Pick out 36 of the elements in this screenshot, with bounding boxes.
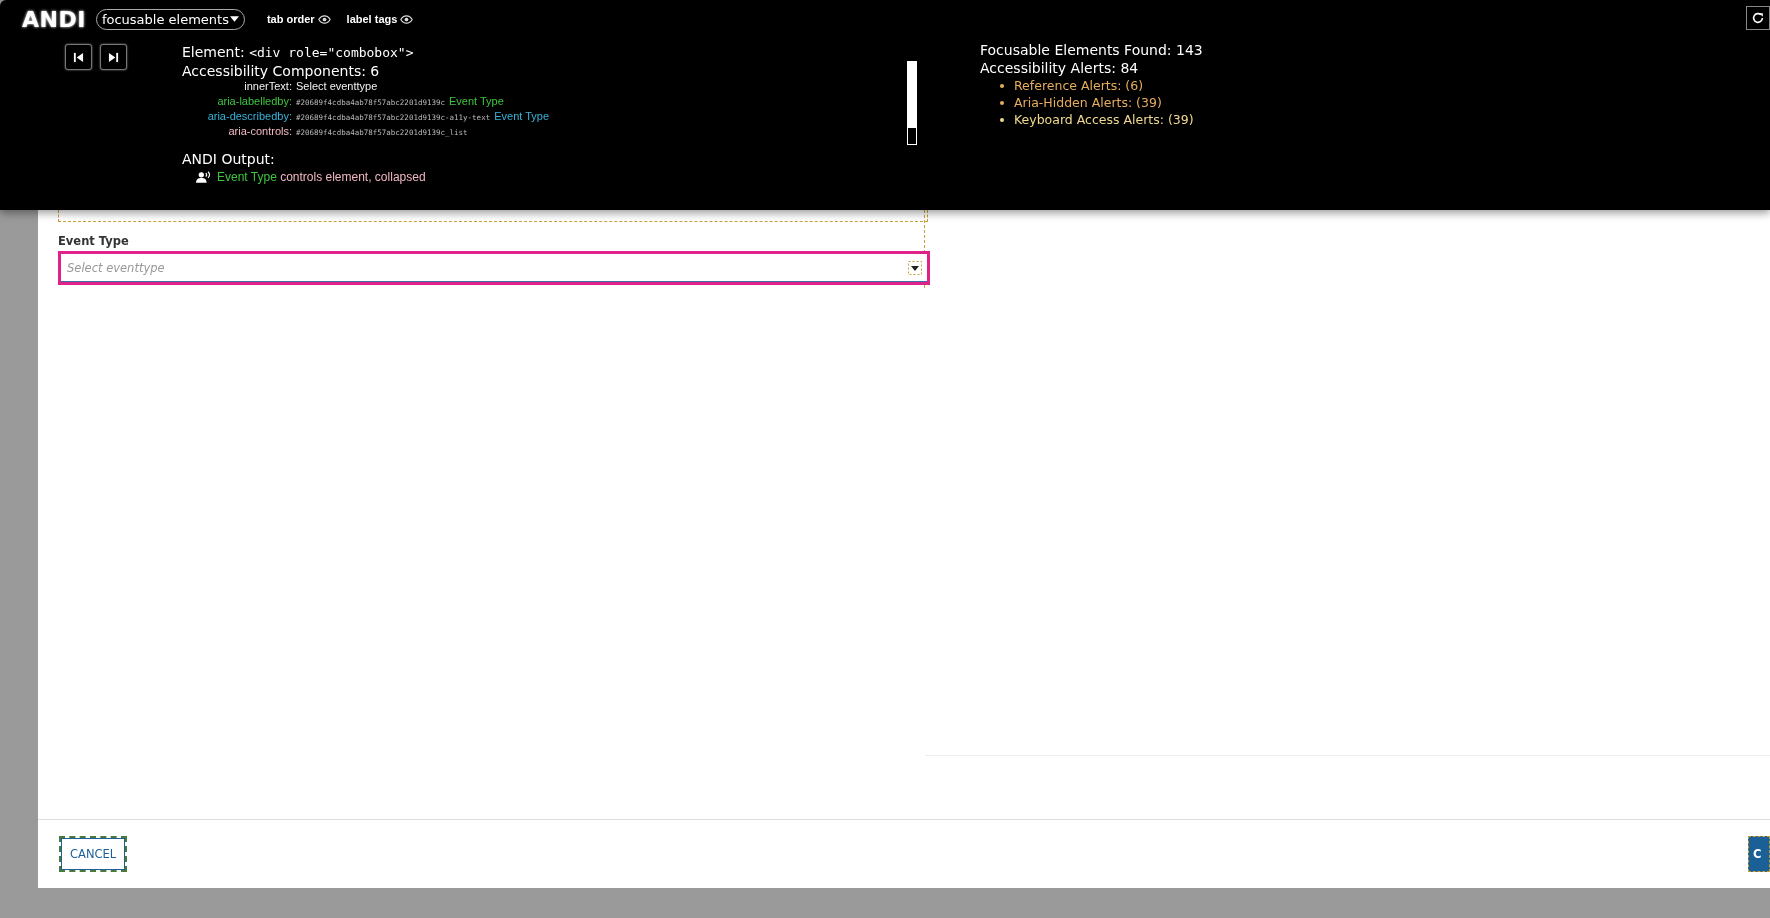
property-name: aria-controls:	[227, 125, 292, 137]
property-name: innerText:	[243, 80, 292, 92]
scrollbar[interactable]	[907, 61, 917, 145]
toggle-button[interactable]: tab order	[266, 13, 331, 25]
property-value: Event Type	[494, 110, 549, 122]
alert-link[interactable]: Keyboard Access Alerts: (39)	[1014, 112, 1194, 127]
element-tag: <div role="combobox">	[249, 45, 414, 60]
property-name: aria-labelledby:	[216, 95, 292, 107]
speaking-person-icon	[196, 170, 212, 184]
caret-icon	[229, 16, 239, 22]
alert-link[interactable]: Reference Alerts: (6)	[1014, 78, 1144, 93]
property-value: Event Type	[449, 95, 504, 107]
refresh-icon	[1751, 11, 1765, 25]
alerts-count: Accessibility Alerts: 84	[980, 59, 1140, 77]
output-heading: ANDI Output:	[182, 151, 276, 167]
primary-button[interactable]: C	[1748, 836, 1770, 873]
andi-logo: ANDI	[22, 6, 86, 32]
elements-found-count: Focusable Elements Found: 143	[980, 41, 1203, 59]
toggle-button[interactable]: label tags	[346, 13, 414, 25]
property-value: Select eventtype	[296, 80, 378, 92]
element-label: Element:	[182, 44, 245, 60]
property-name: aria-describedby:	[206, 110, 292, 122]
field-label: Event Type	[58, 234, 130, 249]
previous-button[interactable]	[65, 44, 92, 70]
components-heading: Accessibility Components: 6	[182, 62, 381, 80]
output-text: Event Type controls element, collapsed	[217, 170, 426, 184]
event-type-combobox[interactable]: Select eventtype	[58, 251, 930, 285]
skip-forward-icon	[108, 51, 119, 63]
eye-icon	[400, 14, 414, 24]
skip-back-icon	[73, 51, 84, 63]
alert-link[interactable]: Aria-Hidden Alerts: (39)	[1014, 95, 1162, 110]
next-button[interactable]	[100, 44, 127, 70]
refresh-button[interactable]	[1746, 6, 1770, 30]
module-dropdown[interactable]: focusable elements	[95, 8, 245, 30]
eye-icon	[317, 14, 331, 24]
cancel-button[interactable]: CANCEL	[59, 836, 128, 873]
